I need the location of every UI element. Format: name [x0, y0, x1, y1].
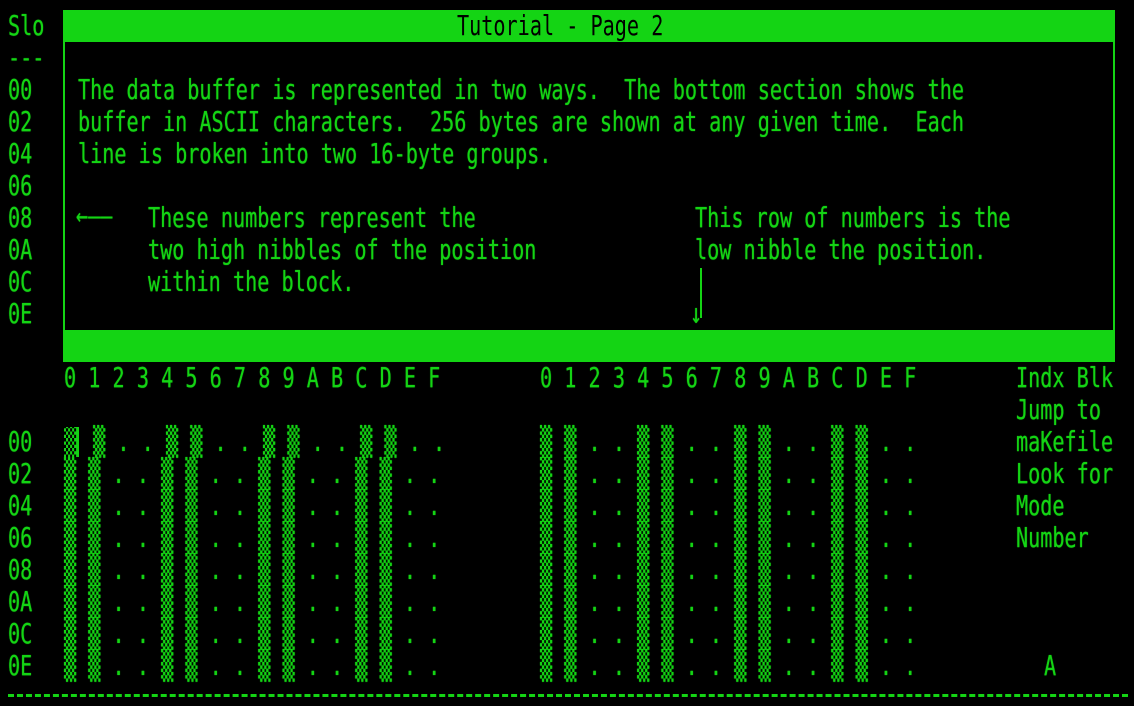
buffer-row-label: 0E: [8, 649, 33, 682]
slot-row-label: 0E: [8, 297, 33, 330]
right-note-line: This row of numbers is the: [695, 201, 1011, 234]
buffer-row-label: 02: [8, 457, 33, 490]
buffer-row-label: 08: [8, 553, 33, 586]
buffer-ascii-row[interactable]: ▒ ▒ . . ▒ ▒ . . ▒ ▒ . . ▒ ▒ . .: [64, 522, 440, 554]
column-header-group1: 0 1 2 3 4 5 6 7 8 9 A B C D E F: [64, 361, 441, 394]
buffer-ascii-row[interactable]: ▒ ▒ . . ▒ ▒ . . ▒ ▒ . . ▒ ▒ . .: [540, 586, 916, 618]
menu-item-jump-to[interactable]: Jump to: [1016, 394, 1101, 426]
slot-row-label: 08: [8, 201, 33, 234]
menu-item-mode[interactable]: Mode: [1016, 490, 1065, 522]
menu-item-look-for[interactable]: Look for: [1016, 458, 1113, 490]
dialog-paragraph-line: line is broken into two 16-byte groups.: [78, 137, 552, 170]
dialog-title: Tutorial - Page 2: [457, 9, 664, 42]
buffer-ascii-row[interactable]: ▒ ▒ . . ▒ ▒ . . ▒ ▒ . . ▒ ▒ . .: [540, 426, 916, 458]
slot-row-label: 0C: [8, 265, 33, 298]
buffer-ascii-row[interactable]: ▒ ▒ . . ▒ ▒ . . ▒ ▒ . . ▒ ▒ . .: [64, 490, 440, 522]
dialog-paragraph-line: The data buffer is represented in two wa…: [78, 73, 965, 106]
buffer-ascii-row[interactable]: ▒ . . ▒ ▒ . . ▒ ▒ . . ▒ ▒ . .: [81, 426, 445, 458]
buffer-ascii-row[interactable]: ▒ ▒ . . ▒ ▒ . . ▒ ▒ . . ▒ ▒ . .: [64, 650, 440, 682]
buffer-ascii-row[interactable]: ▒ ▒ . . ▒ ▒ . . ▒ ▒ . . ▒ ▒ . .: [64, 458, 440, 490]
terminal-screen: Slo --- 00 02 04 06 08 0A 0C 0E Tutorial…: [0, 0, 1134, 706]
down-arrow-icon: ↓: [690, 297, 703, 330]
left-note-line: These numbers represent the: [148, 201, 476, 234]
menu-item-number[interactable]: Number: [1016, 522, 1089, 554]
buffer-ascii-row[interactable]: ▒ ▒ . . ▒ ▒ . . ▒ ▒ . . ▒ ▒ . .: [540, 490, 916, 522]
menu-item-index-block[interactable]: Indx Blk: [1016, 362, 1113, 394]
column-header-group2: 0 1 2 3 4 5 6 7 8 9 A B C D E F: [540, 361, 917, 394]
buffer-row-label: 00: [8, 425, 33, 458]
menu-item-makefile[interactable]: maKefile: [1016, 426, 1113, 458]
slot-row-label: 06: [8, 169, 33, 202]
bottom-divider: [8, 694, 1128, 697]
dialog-bottom-bar: [63, 330, 1115, 362]
buffer-ascii-row[interactable]: ▒ ▒ . . ▒ ▒ . . ▒ ▒ . . ▒ ▒ . .: [540, 522, 916, 554]
left-note-line: within the block.: [148, 265, 355, 298]
buffer-ascii-row[interactable]: ▒ ▒ . . ▒ ▒ . . ▒ ▒ . . ▒ ▒ . .: [540, 618, 916, 650]
buffer-row-label: 0C: [8, 617, 33, 650]
buffer-row-label: 04: [8, 489, 33, 522]
buffer-ascii-row[interactable]: ▒ ▒ . . ▒ ▒ . . ▒ ▒ . . ▒ ▒ . .: [64, 554, 440, 586]
slot-row-label: 0A: [8, 233, 33, 266]
buffer-ascii-row[interactable]: ▒ ▒ . . ▒ ▒ . . ▒ ▒ . . ▒ ▒ . .: [64, 586, 440, 618]
slot-row-label: 00: [8, 73, 33, 106]
slot-column-header: Slo: [8, 9, 45, 42]
left-arrow-icon: ←——: [76, 199, 113, 232]
slot-row-label: 04: [8, 137, 33, 170]
mode-status-letter: A: [1044, 649, 1057, 682]
slot-column-divider: ---: [8, 41, 45, 74]
tutorial-dialog: [63, 10, 1115, 362]
slot-row-label: 02: [8, 105, 33, 138]
buffer-ascii-row[interactable]: ▒ ▒ . . ▒ ▒ . . ▒ ▒ . . ▒ ▒ . .: [540, 554, 916, 586]
buffer-ascii-row[interactable]: ▒ ▒ . . ▒ ▒ . . ▒ ▒ . . ▒ ▒ . .: [540, 458, 916, 490]
dialog-paragraph-line: buffer in ASCII characters. 256 bytes ar…: [78, 105, 965, 138]
buffer-row-label: 06: [8, 521, 33, 554]
left-note-line: two high nibbles of the position: [148, 233, 537, 266]
buffer-row-label: 0A: [8, 585, 33, 618]
cursor-cell-glyph: ▒: [64, 425, 77, 458]
right-note-line: low nibble the position.: [695, 233, 987, 266]
buffer-ascii-row[interactable]: ▒ ▒ . . ▒ ▒ . . ▒ ▒ . . ▒ ▒ . .: [64, 618, 440, 650]
buffer-ascii-row[interactable]: ▒ ▒ . . ▒ ▒ . . ▒ ▒ . . ▒ ▒ . .: [540, 650, 916, 682]
